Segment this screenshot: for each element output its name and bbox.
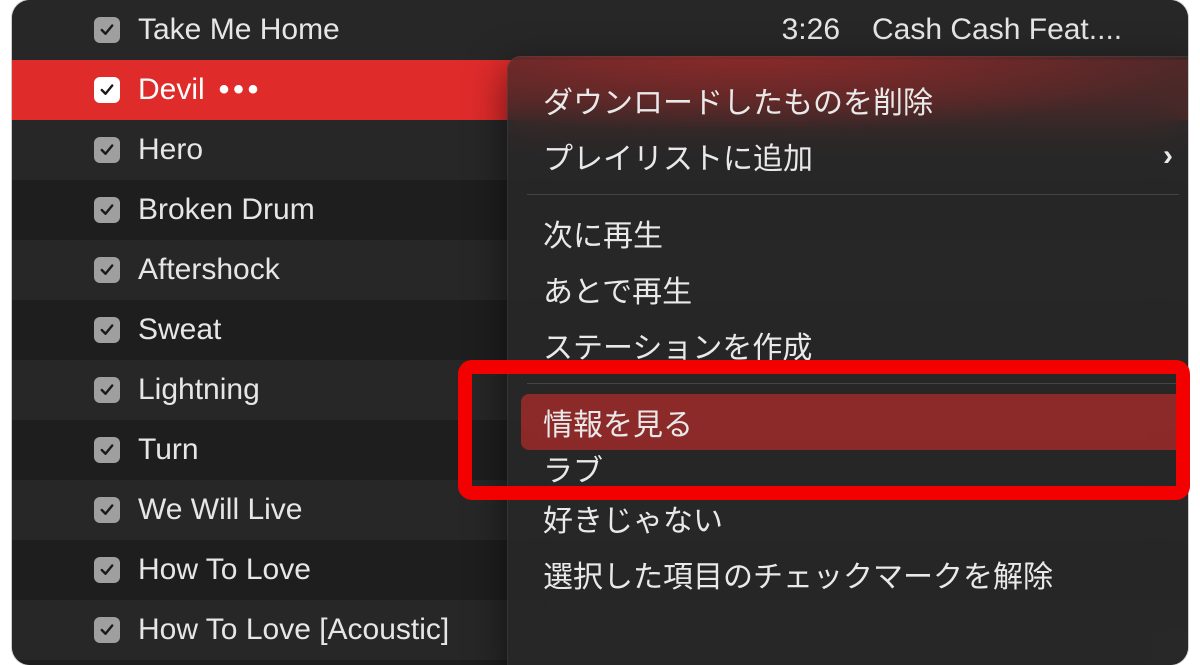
menu-label: 選択した項目のチェックマークを解除 (543, 552, 1053, 596)
checkbox-icon[interactable] (94, 617, 120, 643)
track-title: Turn (138, 433, 199, 467)
track-title: Aftershock (138, 253, 280, 287)
checkbox-icon[interactable] (94, 317, 120, 343)
track-row[interactable]: Take Me Home 3:26 Cash Cash Feat.... (12, 0, 1188, 60)
menu-dislike[interactable]: 好きじゃない (507, 490, 1188, 546)
menu-love-clipped[interactable]: ラブ (507, 450, 1188, 490)
track-title: Devil (138, 73, 205, 107)
checkbox-icon[interactable] (94, 197, 120, 223)
menu-uncheck-selection[interactable]: 選択した項目のチェックマークを解除 (507, 546, 1188, 602)
menu-label: 好きじゃない (543, 496, 723, 540)
track-title: Lightning (138, 373, 260, 407)
track-title: We Will Live (138, 493, 302, 527)
menu-separator (527, 383, 1179, 384)
track-title: Sweat (138, 313, 221, 347)
track-title: Take Me Home (138, 13, 340, 47)
menu-create-station[interactable]: ステーションを作成 (507, 317, 1188, 373)
menu-label: 次に再生 (543, 211, 663, 255)
menu-add-to-playlist[interactable]: プレイリストに追加 › (507, 128, 1188, 184)
checkbox-icon[interactable] (94, 137, 120, 163)
checkbox-icon[interactable] (94, 377, 120, 403)
context-menu: ダウンロードしたものを削除 プレイリストに追加 › 次に再生 あとで再生 ステー… (507, 56, 1188, 665)
checkbox-icon[interactable] (94, 437, 120, 463)
checkbox-icon[interactable] (94, 77, 120, 103)
track-title: How To Love (138, 553, 311, 587)
menu-label: プレイリストに追加 (543, 134, 813, 178)
track-title: How To Love [Acoustic] (138, 613, 449, 647)
more-icon[interactable]: ••• (219, 73, 263, 107)
menu-label: ダウンロードしたものを削除 (543, 78, 933, 122)
checkbox-icon[interactable] (94, 257, 120, 283)
track-title: Broken Drum (138, 193, 315, 227)
menu-play-later[interactable]: あとで再生 (507, 261, 1188, 317)
track-artist: Cash Cash Feat.... (872, 13, 1176, 47)
menu-label: あとで再生 (543, 267, 692, 311)
menu-label: ステーションを作成 (543, 323, 812, 367)
checkbox-icon[interactable] (94, 497, 120, 523)
chevron-right-icon: › (1163, 139, 1173, 173)
checkbox-icon[interactable] (94, 17, 120, 43)
menu-label: 情報を見る (543, 400, 693, 444)
menu-label: ラブ (543, 446, 603, 490)
checkbox-icon[interactable] (94, 557, 120, 583)
track-title: Hero (138, 133, 203, 167)
menu-play-next[interactable]: 次に再生 (507, 205, 1188, 261)
music-app-window: Take Me Home 3:26 Cash Cash Feat.... Dev… (12, 0, 1188, 665)
menu-delete-download[interactable]: ダウンロードしたものを削除 (507, 72, 1188, 128)
menu-get-info[interactable]: 情報を見る (521, 394, 1185, 450)
menu-separator (527, 194, 1179, 195)
track-duration: 3:26 (782, 13, 840, 47)
